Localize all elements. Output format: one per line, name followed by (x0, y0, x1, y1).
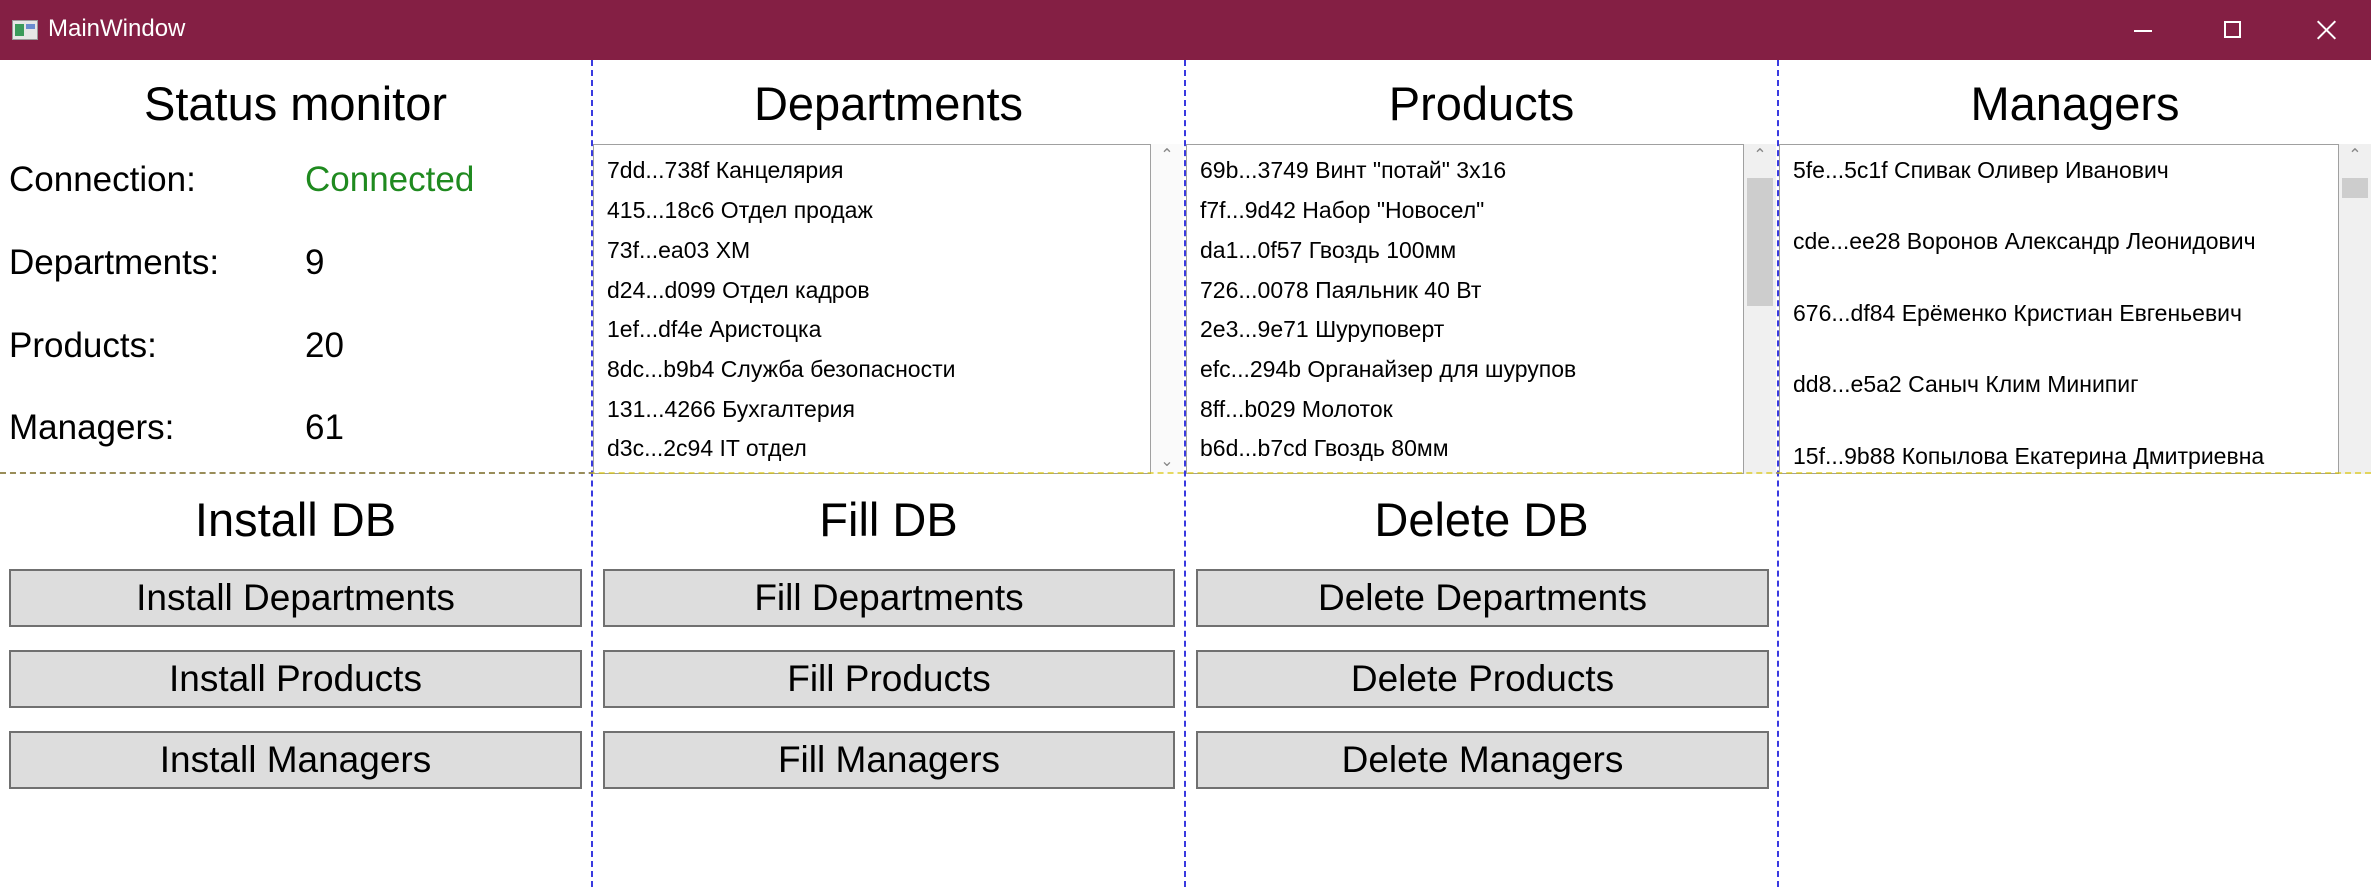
connection-label: Connection: (9, 160, 196, 199)
list-item[interactable]: 676...df84 Ерёменко Кристиан Евгеньевич (1793, 300, 2242, 327)
managers-count-label: Managers: (9, 408, 175, 447)
departments-scrollbar[interactable]: ⌃ ⌄ (1151, 144, 1183, 474)
products-heading: Products (1388, 77, 1575, 130)
list-item[interactable]: 8ff...b029 Молоток (1200, 396, 1393, 423)
delete-heading: Delete DB (1374, 493, 1589, 546)
list-item[interactable]: 726...0078 Паяльник 40 Вт (1200, 277, 1481, 304)
list-item[interactable]: f7f...9d42 Набор "Новосел" (1200, 197, 1484, 224)
scroll-down-icon[interactable]: ⌄ (1151, 450, 1183, 474)
title-bar[interactable]: MainWindow (0, 0, 2371, 60)
scroll-thumb[interactable] (1747, 178, 1773, 306)
connection-status: Connected (305, 160, 475, 199)
products-count: 20 (305, 326, 344, 365)
managers-heading: Managers (1970, 77, 2180, 130)
install-products-button[interactable]: Install Products (9, 650, 582, 708)
window-title: MainWindow (48, 15, 186, 42)
list-item[interactable]: efc...294b Органайзер для шурупов (1200, 356, 1576, 383)
maximize-icon[interactable] (2187, 0, 2279, 60)
list-item[interactable]: 69b...3749 Винт "потай" 3х16 (1200, 157, 1506, 184)
list-item[interactable]: cde...ee28 Воронов Александр Леонидович (1793, 228, 2256, 255)
install-departments-button[interactable]: Install Departments (9, 569, 582, 627)
list-item[interactable]: 2e3...9e71 Шуруповерт (1200, 316, 1444, 343)
scroll-thumb[interactable] (2342, 178, 2368, 198)
fill-products-button[interactable]: Fill Products (603, 650, 1175, 708)
delete-products-button[interactable]: Delete Products (1196, 650, 1769, 708)
install-heading: Install DB (194, 493, 397, 546)
list-item[interactable]: 5fe...5c1f Спивак Оливер Иванович (1793, 157, 2169, 184)
list-item[interactable]: 7dd...738f Канцелярия (607, 157, 844, 184)
departments-count: 9 (305, 243, 325, 282)
list-item[interactable]: d3c...2c94 IT отдел (607, 435, 807, 462)
grid-divider (0, 472, 2371, 474)
fill-managers-button[interactable]: Fill Managers (603, 731, 1175, 789)
list-item[interactable]: b6d...b7cd Гвоздь 80мм (1200, 435, 1449, 462)
minimize-icon[interactable] (2097, 0, 2189, 60)
close-icon[interactable] (2279, 0, 2371, 60)
scroll-up-icon[interactable]: ⌃ (2339, 144, 2371, 168)
managers-scrollbar[interactable]: ⌃ (2339, 144, 2371, 474)
list-item[interactable]: dd8...e5a2 Саныч Клим Минипиг (1793, 371, 2138, 398)
app-icon (12, 20, 38, 40)
products-count-label: Products: (9, 326, 157, 365)
status-heading: Status monitor (143, 77, 448, 130)
departments-count-label: Departments: (9, 243, 220, 282)
install-managers-button[interactable]: Install Managers (9, 731, 582, 789)
delete-departments-button[interactable]: Delete Departments (1196, 569, 1769, 627)
list-item[interactable]: da1...0f57 Гвоздь 100мм (1200, 237, 1456, 264)
managers-count: 61 (305, 408, 344, 447)
list-item[interactable]: 415...18c6 Отдел продаж (607, 197, 873, 224)
fill-departments-button[interactable]: Fill Departments (603, 569, 1175, 627)
fill-heading: Fill DB (819, 493, 958, 546)
products-list[interactable]: 69b...3749 Винт "потай" 3х16 f7f...9d42 … (1186, 144, 1744, 474)
list-item[interactable]: 15f...9b88 Копылова Екатерина Дмитриевна (1793, 443, 2264, 470)
scroll-up-icon[interactable]: ⌃ (1744, 144, 1776, 168)
scroll-up-icon[interactable]: ⌃ (1151, 144, 1183, 168)
products-scrollbar[interactable]: ⌃ (1744, 144, 1776, 474)
managers-list[interactable]: 5fe...5c1f Спивак Оливер Иванович cde...… (1779, 144, 2339, 474)
delete-managers-button[interactable]: Delete Managers (1196, 731, 1769, 789)
list-item[interactable]: 73f...ea03 ХМ (607, 237, 750, 264)
list-item[interactable]: 8dc...b9b4 Служба безопасности (607, 356, 955, 383)
list-item[interactable]: 1ef...df4e Аристоцка (607, 316, 821, 343)
departments-heading: Departments (753, 77, 1024, 130)
list-item[interactable]: 131...4266 Бухгалтерия (607, 396, 855, 423)
list-item[interactable]: d24...d099 Отдел кадров (607, 277, 870, 304)
departments-list[interactable]: 7dd...738f Канцелярия 415...18c6 Отдел п… (593, 144, 1151, 474)
